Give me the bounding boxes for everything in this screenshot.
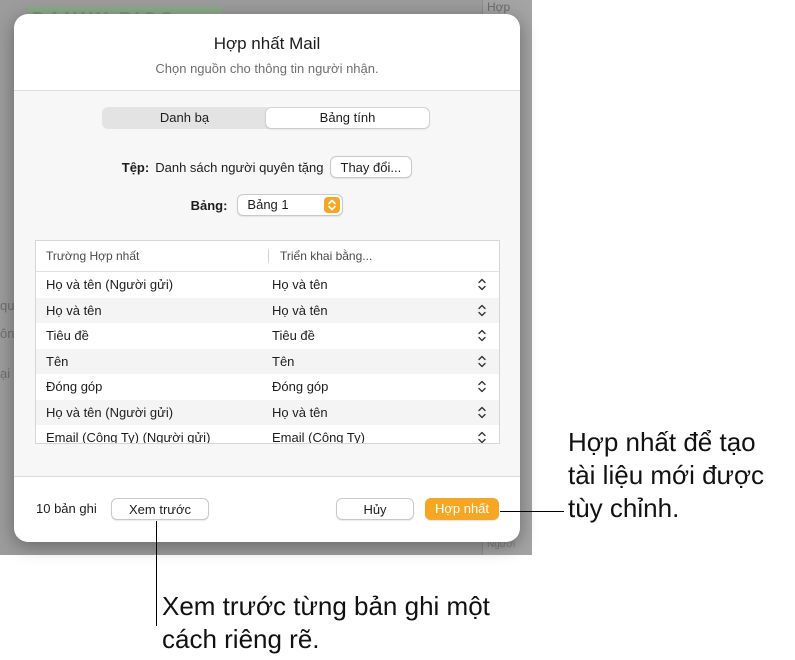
field-mapping-table: Trường Hợp nhất Triển khai bằng... Họ và… xyxy=(35,240,500,444)
mapping-popup[interactable]: Tiêu đề xyxy=(272,328,462,343)
source-segmented-control[interactable]: Danh bạ Bảng tính xyxy=(102,107,430,129)
chevron-up-down-icon[interactable] xyxy=(477,304,487,317)
file-name: Danh sách người quyên tặng xyxy=(155,159,324,175)
tab-contacts[interactable]: Danh bạ xyxy=(103,108,266,128)
cancel-button[interactable]: Hủy xyxy=(336,498,414,520)
merge-field-name: Họ và tên (Người gửi) xyxy=(46,277,174,293)
table-row: Họ và tên (Người gửi) Họ và tên xyxy=(36,399,499,425)
table-row: Tiêu đề Tiêu đề xyxy=(36,323,499,349)
dialog-subtitle: Chọn nguồn cho thông tin người nhận. xyxy=(155,61,379,76)
merge-field-name: Email (Công Ty) (Người gửi) xyxy=(46,430,211,444)
table-row: Đóng góp Đóng góp xyxy=(36,374,499,400)
merge-button[interactable]: Hợp nhất xyxy=(425,498,499,520)
table-row: Email (Công Ty) (Người gửi) Email (Công T… xyxy=(36,425,499,444)
callout-line xyxy=(156,521,157,626)
tab-spreadsheet[interactable]: Bảng tính xyxy=(266,108,429,128)
chevron-up-down-icon[interactable] xyxy=(477,278,487,291)
preview-button[interactable]: Xem trước xyxy=(111,498,209,520)
mapping-popup[interactable]: Họ và tên xyxy=(272,277,462,292)
column-header-mapping[interactable]: Triển khai bằng... xyxy=(268,249,372,263)
callout-merge: Hợp nhất để tạo tài liệu mới được tùy ch… xyxy=(568,427,765,523)
chevron-up-down-icon[interactable] xyxy=(477,380,487,393)
divider xyxy=(14,476,520,477)
mapping-popup[interactable]: Email (Công Ty) xyxy=(272,430,462,443)
file-label: Tệp: xyxy=(121,159,150,175)
record-count: 10 bản ghi xyxy=(36,501,97,516)
chevron-up-down-icon[interactable] xyxy=(477,431,487,443)
chevron-up-down-icon xyxy=(324,197,341,213)
mapping-popup[interactable]: Đóng góp xyxy=(272,379,462,394)
merge-field-name: Tiêu đề xyxy=(46,328,89,344)
mail-merge-dialog: Hợp nhất Mail Chọn nguồn cho thông tin n… xyxy=(14,14,520,542)
mapping-popup[interactable]: Tên xyxy=(272,354,462,369)
dialog-title: Hợp nhất Mail xyxy=(213,34,321,53)
sheet-row: Bảng: Bảng 1 xyxy=(14,193,520,217)
file-row: Tệp: Danh sách người quyên tặng Thay đổi… xyxy=(14,155,520,179)
table-row: Họ và tên (Người gửi) Họ và tên xyxy=(36,272,499,298)
chevron-up-down-icon[interactable] xyxy=(477,329,487,342)
merge-field-name: Đóng góp xyxy=(46,379,103,395)
column-header-merge-field[interactable]: Trường Hợp nhất xyxy=(36,249,268,263)
table-row: Họ và tên Họ và tên xyxy=(36,297,499,323)
merge-field-name: Tên xyxy=(46,353,69,369)
chevron-up-down-icon[interactable] xyxy=(477,406,487,419)
merge-field-name: Họ và tên xyxy=(46,302,102,318)
merge-field-name: Họ và tên (Người gửi) xyxy=(46,404,174,420)
callout-preview: Xem trước từng bản ghi một cách riêng rẽ… xyxy=(162,591,490,654)
mapping-popup[interactable]: Họ và tên xyxy=(272,405,462,420)
callout-line xyxy=(500,511,564,512)
chevron-up-down-icon[interactable] xyxy=(477,355,487,368)
table-header: Trường Hợp nhất Triển khai bằng... xyxy=(36,241,499,272)
sheet-label: Bảng: xyxy=(190,197,228,213)
column-separator xyxy=(268,249,269,263)
change-file-button[interactable]: Thay đổi... xyxy=(329,156,413,178)
table-row: Tên Tên xyxy=(36,348,499,374)
mapping-popup[interactable]: Họ và tên xyxy=(272,303,462,318)
sheet-value: Bảng 1 xyxy=(247,197,289,212)
sidebar-item: Hợp xyxy=(487,0,511,14)
sheet-popup[interactable]: Bảng 1 xyxy=(237,194,344,216)
